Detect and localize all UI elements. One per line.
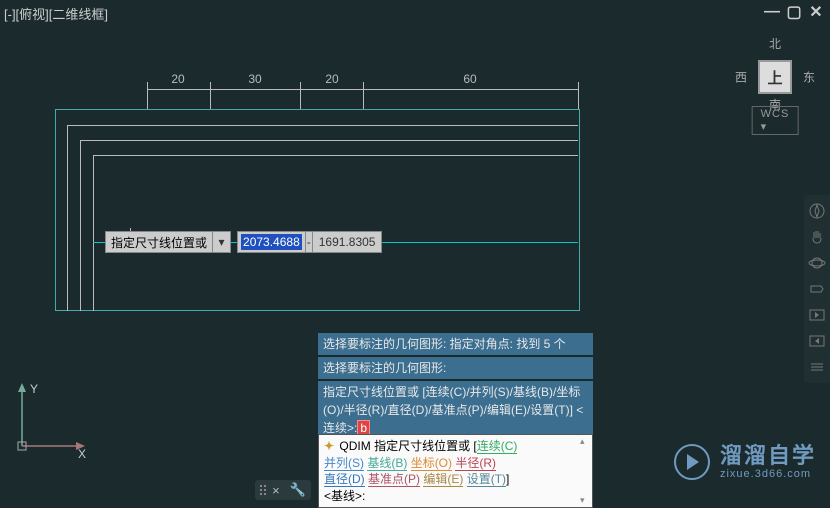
lightning-icon: ✦ bbox=[324, 439, 334, 453]
option-continuous[interactable]: 连续(C) bbox=[477, 439, 518, 454]
command-default: <基线>: bbox=[324, 489, 365, 503]
watermark-title: 溜溜自学 bbox=[720, 444, 816, 468]
dynamic-input-x[interactable]: 2073.4688 bbox=[237, 231, 306, 253]
dynamic-input: 指定尺寸线位置或 ▾ 2073.4688 - 1691.8305 bbox=[105, 231, 382, 253]
option-baseline[interactable]: 基线(B) bbox=[367, 456, 407, 471]
dimension-value: 60 bbox=[463, 72, 476, 86]
history-line: 选择要标注的几何图形: bbox=[318, 357, 593, 379]
commandline-handle[interactable]: × 🔧 bbox=[255, 480, 311, 500]
command-line[interactable]: ✦ QDIM 指定尺寸线位置或 [连续(C) 并列(S) 基线(B) 坐标(O)… bbox=[318, 434, 593, 508]
play-icon bbox=[674, 444, 710, 480]
dynamic-input-menu-icon[interactable]: ▾ bbox=[213, 231, 231, 253]
command-history: 选择要标注的几何图形: 指定对角点: 找到 5 个 选择要标注的几何图形: 指定… bbox=[318, 333, 593, 441]
history-line: 指定尺寸线位置或 [连续(C)/并列(S)/基线(B)/坐标(O)/半径(R)/… bbox=[318, 381, 593, 439]
watermark-url: zixue.3d66.com bbox=[720, 468, 816, 480]
option-ordinate[interactable]: 坐标(O) bbox=[411, 456, 452, 471]
watermark: 溜溜自学 zixue.3d66.com bbox=[674, 444, 816, 480]
dimension-value: 20 bbox=[325, 72, 338, 86]
commandline-scrollbar[interactable]: ▴▾ bbox=[580, 437, 590, 505]
dynamic-input-y[interactable]: 1691.8305 bbox=[313, 231, 383, 253]
commandline-close-icon[interactable]: × bbox=[272, 483, 280, 498]
ucs-y-label: Y bbox=[30, 382, 38, 396]
history-line: 选择要标注的几何图形: 指定对角点: 找到 5 个 bbox=[318, 333, 593, 355]
option-settings[interactable]: 设置(T) bbox=[467, 472, 506, 487]
option-radius[interactable]: 半径(R) bbox=[455, 456, 496, 471]
ucs-icon[interactable]: Y X bbox=[10, 378, 90, 458]
ucs-x-label: X bbox=[78, 447, 86, 461]
command-name: QDIM bbox=[339, 439, 370, 453]
option-staggered[interactable]: 并列(S) bbox=[324, 456, 364, 471]
option-datum[interactable]: 基准点(P) bbox=[368, 472, 420, 487]
dynamic-input-sep: - bbox=[306, 231, 313, 253]
drag-grip-icon[interactable] bbox=[260, 485, 262, 495]
dynamic-input-prompt: 指定尺寸线位置或 bbox=[105, 231, 213, 253]
option-edit[interactable]: 编辑(E) bbox=[423, 472, 463, 487]
commandline-config-icon[interactable]: 🔧 bbox=[290, 482, 306, 498]
option-diameter[interactable]: 直径(D) bbox=[324, 472, 365, 487]
dimension-value: 30 bbox=[248, 72, 261, 86]
dimension-value: 20 bbox=[171, 72, 184, 86]
